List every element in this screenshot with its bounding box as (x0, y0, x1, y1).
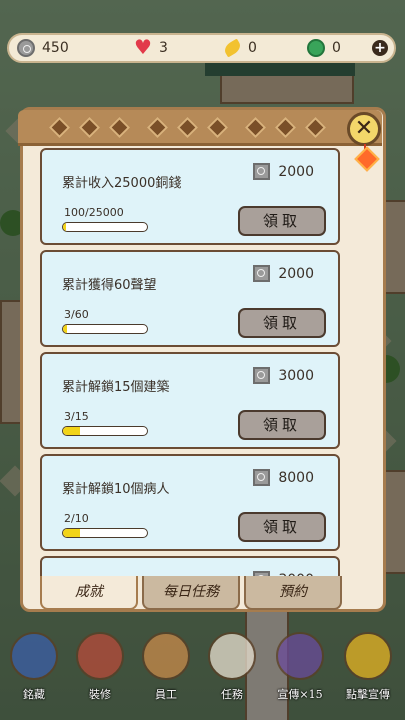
progress-text: 100/25000 (64, 206, 124, 219)
tab-daily-tasks[interactable]: 每日任務 (142, 576, 240, 610)
brush-icon (76, 632, 124, 680)
tab-achievements[interactable]: 成就 (40, 576, 138, 610)
nav-label: 銘藏 (23, 688, 45, 701)
reward-amount: 8000 (278, 469, 314, 486)
close-button[interactable]: ✕ (347, 112, 381, 146)
coin-counter: 450 (17, 35, 69, 61)
nav-item-click-promote[interactable]: 點擊宣傳 (340, 632, 396, 712)
coin-icon (253, 469, 271, 486)
ornament-icon (304, 116, 327, 139)
heart-icon (134, 35, 152, 59)
reward-amount: 2000 (278, 163, 314, 180)
panel-tabs: 成就 每日任務 預約 (38, 576, 342, 610)
ornament-icon (146, 116, 169, 139)
nav-item-staff[interactable]: 員工 (138, 632, 194, 712)
nav-label: 員工 (155, 688, 177, 701)
task-card: 累計收入25000銅錢 2000 100/25000 領取 (40, 148, 340, 245)
progress-text: 3/15 (64, 410, 89, 423)
person-icon (142, 632, 190, 680)
jade-count: 0 (332, 40, 341, 56)
jade-counter: 0 (307, 35, 341, 61)
task-title: 累計獲得60聲望 (62, 278, 157, 293)
heart-counter: 3 (134, 35, 168, 61)
nav-label: 裝修 (89, 688, 111, 701)
promotion-icon (276, 632, 324, 680)
coin-icon (253, 367, 271, 384)
leaf-icon (222, 38, 243, 58)
resource-bar: 450 3 0 0 + (7, 33, 396, 63)
task-reward: 3000 (253, 367, 314, 384)
task-card: 3000 (40, 556, 340, 576)
claim-button[interactable]: 領取 (238, 206, 326, 236)
scroll-icon (208, 632, 256, 680)
nav-item-collection[interactable]: 銘藏 (6, 632, 62, 712)
ornament-icon (108, 116, 131, 139)
task-reward: 8000 (253, 469, 314, 486)
progress-bar (62, 324, 148, 334)
book-icon (10, 632, 58, 680)
task-title: 累計收入25000銅錢 (62, 176, 182, 191)
coin-icon (17, 39, 35, 57)
task-list[interactable]: 累計收入25000銅錢 2000 100/25000 領取 累計獲得60聲望 2… (40, 148, 340, 576)
nav-item-tasks[interactable]: 任務 (204, 632, 260, 712)
jade-icon (307, 39, 325, 57)
ornament-icon (244, 116, 267, 139)
nav-label: 宣傳×15 (277, 688, 323, 701)
heart-count: 3 (159, 40, 168, 56)
progress-bar (62, 426, 148, 436)
task-card: 累計解鎖10個病人 8000 2/10 領取 (40, 454, 340, 551)
ornament-icon (206, 116, 229, 139)
progress-text: 2/10 (64, 512, 89, 525)
ornament-icon (48, 116, 71, 139)
panel-header (18, 110, 382, 146)
ornament-icon (176, 116, 199, 139)
progress-text: 3/60 (64, 308, 89, 321)
tab-reservations[interactable]: 預約 (244, 576, 342, 610)
leaf-count: 0 (248, 40, 257, 56)
add-currency-button[interactable]: + (372, 40, 388, 56)
ornament-icon (274, 116, 297, 139)
coin-icon (253, 265, 271, 282)
claim-button[interactable]: 領取 (238, 308, 326, 338)
task-card: 累計獲得60聲望 2000 3/60 領取 (40, 250, 340, 347)
task-title: 累計解鎖10個病人 (62, 482, 170, 497)
nav-item-decorate[interactable]: 裝修 (72, 632, 128, 712)
nav-label: 點擊宣傳 (346, 688, 390, 701)
coin-icon (253, 163, 271, 180)
reward-amount: 3000 (278, 367, 314, 384)
task-reward: 2000 (253, 265, 314, 282)
task-title: 累計解鎖15個建築 (62, 380, 170, 395)
ornament-icon (78, 116, 101, 139)
reward-amount: 2000 (278, 265, 314, 282)
claim-button[interactable]: 領取 (238, 512, 326, 542)
progress-bar (62, 528, 148, 538)
bottom-nav: 銘藏 裝修 員工 任務 宣傳×15 點擊宣傳 (0, 628, 405, 720)
nav-label: 任務 (221, 688, 243, 701)
task-card: 累計解鎖15個建築 3000 3/15 領取 (40, 352, 340, 449)
nav-item-promotion[interactable]: 宣傳×15 (272, 632, 328, 712)
leaf-counter: 0 (222, 35, 257, 61)
gourd-icon (344, 632, 392, 680)
coin-count: 450 (42, 40, 69, 56)
progress-bar (62, 222, 148, 232)
task-reward: 2000 (253, 163, 314, 180)
claim-button[interactable]: 領取 (238, 410, 326, 440)
